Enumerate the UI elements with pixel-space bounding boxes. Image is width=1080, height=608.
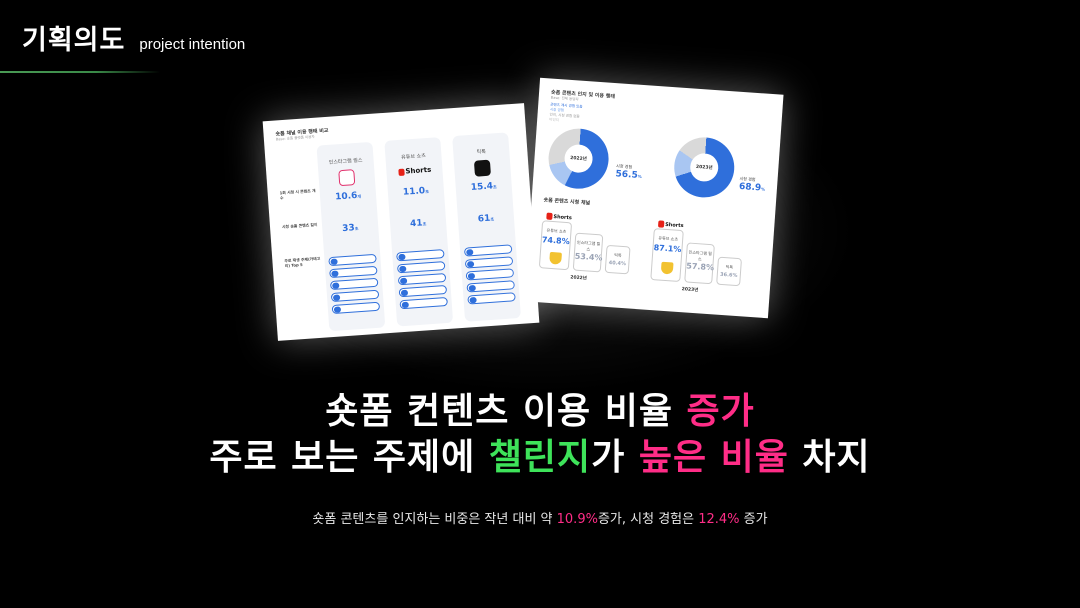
row-label-length: 시청 숏폼 콘텐츠 길이 — [281, 221, 318, 230]
bar-box: 틱톡 40.4% — [604, 244, 631, 275]
topic-pill — [328, 253, 377, 267]
page-subtitle: project intention — [139, 36, 246, 53]
donut-value: 68.9% — [738, 181, 766, 194]
platform-comparison-card: 숏폼 채널 이용 행태 비교 Base: 숏폼 플랫폼 이용자 1회 시청 시 … — [262, 103, 540, 341]
bar-box: 틱톡 36.6% — [716, 256, 743, 287]
page-title: 기획의도 — [22, 25, 126, 56]
topic-pill — [396, 261, 446, 274]
donut-2022: 2022년 — [546, 126, 611, 191]
topic-pill — [466, 280, 515, 293]
tiktok-icon — [473, 159, 491, 177]
donut-2023: 2023년 — [672, 135, 737, 200]
topic-pill — [331, 301, 381, 315]
topic-pill — [398, 284, 448, 298]
bar-box: 유튜브 쇼츠 87.1% — [650, 228, 684, 283]
topic-pill — [329, 265, 378, 279]
row-label-count: 1회 시청 시 콘텐츠 개수 — [279, 187, 316, 201]
header-divider — [0, 71, 160, 73]
topic-pill — [463, 244, 513, 257]
page-header: 기획의도 project intention — [22, 18, 245, 57]
platform-count: 15.4초 — [470, 181, 497, 194]
section2-title: 숏폼 콘텐츠 시청 채널 — [543, 197, 591, 207]
topic-pill — [330, 289, 380, 303]
platform-column-shorts: 유튜브 쇼츠 Shorts 11.0초 41초 — [384, 137, 454, 327]
highlight-challenge: 챌린지 — [488, 437, 592, 478]
platform-name: 틱톡 — [476, 148, 487, 156]
group-year: 2022년 — [570, 275, 588, 282]
instagram-reels-icon — [338, 169, 356, 187]
trophy-icon — [660, 261, 674, 275]
topic-pill — [396, 249, 445, 262]
headline-line-2: 주로 보는 주제에 챌린지가 높은 비율 차지 — [209, 437, 871, 478]
platform-count: 11.0초 — [402, 186, 430, 198]
topic-pill — [464, 256, 514, 269]
card2-subtitle: Base: 전체 응답자 — [550, 95, 579, 102]
group-year: 2023년 — [681, 287, 699, 294]
donut-value: 56.5% — [615, 169, 642, 181]
row-label-topics: 주로 재생 주제(카테고리) Top 5 — [284, 255, 321, 269]
topic-pill — [467, 292, 516, 305]
platform-column-tiktok: 틱톡 15.4초 61초 — [452, 132, 521, 322]
topic-pill — [399, 296, 448, 310]
legend-item: 비인지 — [549, 117, 560, 123]
platform-name: 인스타그램 릴스 — [328, 157, 363, 166]
platform-time: 41초 — [409, 218, 427, 230]
platform-time: 33초 — [341, 223, 359, 235]
highlight-high-ratio: 높은 비율 — [638, 437, 789, 478]
bar-box: 인스타그램 릴스 57.8% — [684, 242, 715, 285]
platform-count: 10.6개 — [334, 190, 362, 203]
youtube-shorts-logo: Shorts — [398, 166, 432, 176]
topic-pill — [397, 273, 447, 286]
headline-line-1: 숏폼 컨텐츠 이용 비율 증가 — [325, 391, 755, 432]
topic-pill — [465, 268, 515, 281]
highlight-viewing-rate: 12.4% — [698, 512, 740, 527]
donut-year: 2023년 — [689, 152, 720, 183]
bar-box: 유튜브 쇼츠 74.8% — [538, 220, 573, 271]
topic-pill — [329, 277, 379, 291]
platform-time: 61초 — [477, 213, 495, 225]
highlight-increase: 증가 — [686, 391, 755, 432]
trophy-icon — [549, 251, 562, 265]
highlight-awareness-rate: 10.9% — [556, 512, 598, 527]
donut-year: 2022년 — [563, 143, 594, 174]
platform-name: 유튜브 쇼츠 — [401, 153, 426, 161]
platform-column-reels: 인스타그램 릴스 10.6개 33초 — [316, 141, 386, 332]
awareness-usage-card: 숏폼 콘텐츠 인지 및 이용 행태 Base: 전체 응답자 콘텐츠 제시 경험… — [524, 77, 784, 319]
bar-box: 인스타그램 릴스 53.4% — [572, 232, 604, 273]
caption-text: 숏폼 콘텐츠를 인지하는 비중은 작년 대비 약 10.9%증가, 시청 경험은… — [312, 512, 768, 527]
